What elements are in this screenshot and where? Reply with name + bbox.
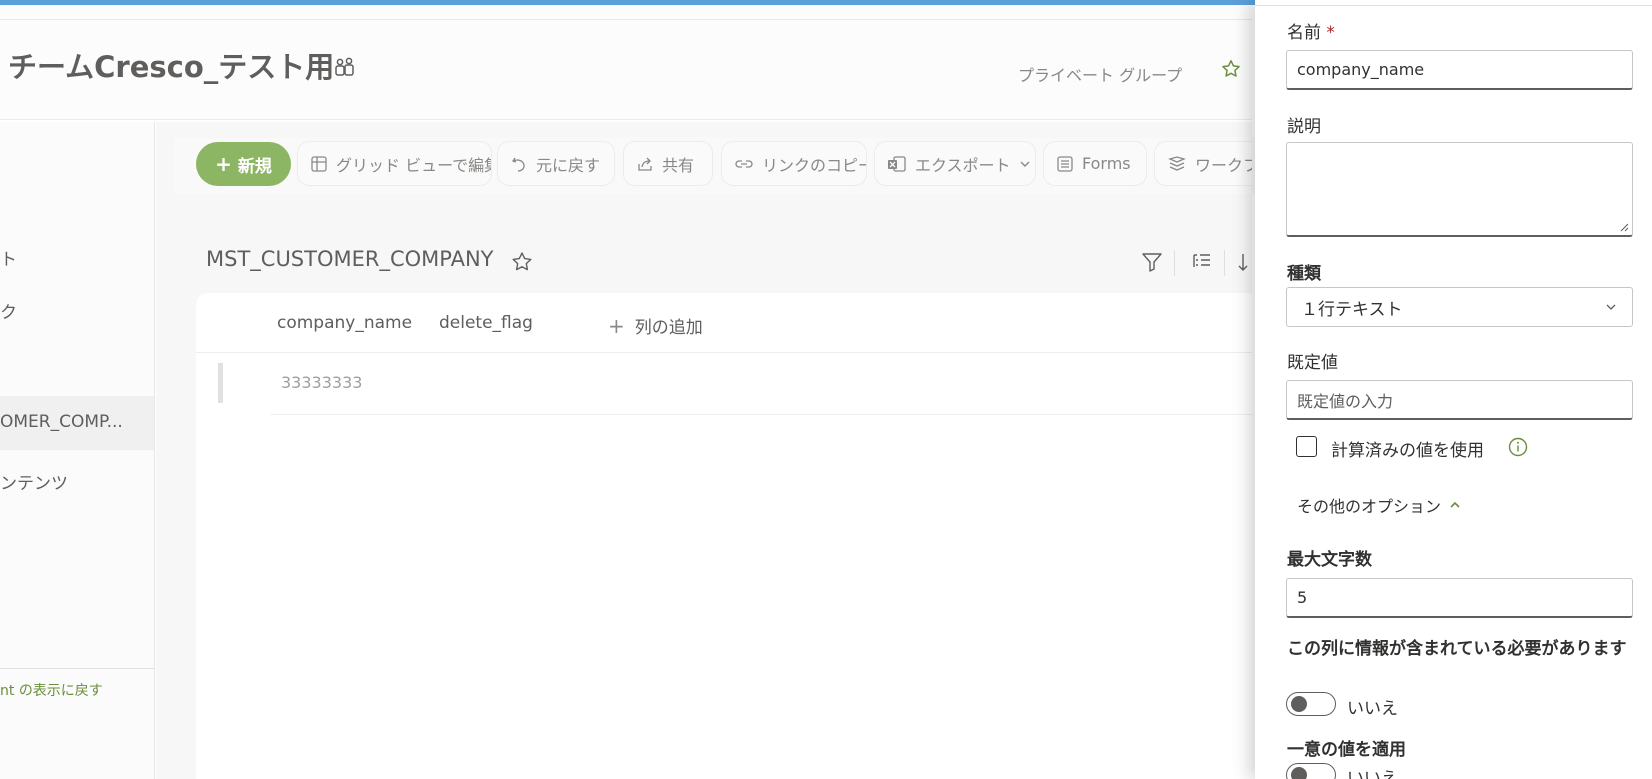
toolbar-separator-2 bbox=[1224, 250, 1225, 276]
calculated-value-label: 計算済みの値を使用 bbox=[1331, 441, 1484, 461]
share-button[interactable]: 共有 bbox=[623, 141, 713, 186]
forms-button[interactable]: Forms bbox=[1043, 141, 1147, 186]
default-value-input[interactable]: 既定値の入力 bbox=[1286, 380, 1633, 420]
name-input[interactable]: company_name bbox=[1286, 50, 1633, 90]
default-value-label: 既定値 bbox=[1287, 353, 1338, 373]
export-dropdown[interactable]: エクスポート bbox=[874, 141, 1036, 186]
copy-link-button[interactable]: リンクのコピー bbox=[721, 141, 867, 186]
chevron-down-icon bbox=[1606, 304, 1616, 310]
list-title: MST_CUSTOMER_COMPANY bbox=[206, 247, 494, 271]
description-field-label: 説明 bbox=[1287, 117, 1321, 137]
new-item-button[interactable]: + 新規 bbox=[196, 142, 291, 186]
workflow-icon bbox=[1168, 155, 1186, 171]
team-members-icon[interactable] bbox=[334, 56, 356, 78]
new-item-label: 新規 bbox=[237, 156, 272, 177]
toggle-knob bbox=[1291, 696, 1307, 712]
table-cell-company-name[interactable]: 33333333 bbox=[281, 373, 362, 392]
name-field-label: 名前 * bbox=[1287, 18, 1335, 43]
max-chars-label: 最大文字数 bbox=[1287, 550, 1372, 570]
forms-icon bbox=[1057, 155, 1073, 172]
grid-edit-button[interactable]: グリッド ビューで編集 bbox=[297, 141, 492, 186]
more-options-label: その他のオプション bbox=[1297, 497, 1442, 516]
link-icon bbox=[735, 159, 753, 168]
require-info-toggle[interactable] bbox=[1286, 692, 1336, 716]
undo-button[interactable]: 元に戻す bbox=[497, 141, 615, 186]
group-by-icon[interactable] bbox=[1190, 250, 1214, 274]
excel-icon bbox=[888, 155, 906, 172]
chevron-down-icon bbox=[1020, 161, 1030, 167]
nav-item-site-contents[interactable]: ンテンツ bbox=[0, 469, 68, 494]
unique-values-label: 一意の値を適用 bbox=[1287, 740, 1406, 760]
panel-top-edge bbox=[1255, 0, 1652, 6]
plus-icon: + bbox=[215, 152, 232, 176]
site-title[interactable]: チームCresco_テスト用 bbox=[8, 44, 334, 86]
toolbar-separator bbox=[1174, 250, 1175, 276]
calculated-value-checkbox[interactable] bbox=[1296, 436, 1317, 457]
add-column-label: 列の追加 bbox=[634, 318, 703, 338]
add-column-button[interactable]: + 列の追加 bbox=[608, 313, 703, 339]
nav-divider bbox=[0, 668, 154, 669]
follow-star-icon[interactable] bbox=[1220, 58, 1242, 80]
return-to-classic-link[interactable]: nt の表示に戻す bbox=[0, 680, 103, 700]
row-selection-bar[interactable] bbox=[218, 363, 223, 403]
nav-item-list-active[interactable]: OMER_COMP... bbox=[0, 396, 154, 450]
required-mark: * bbox=[1326, 23, 1335, 43]
nav-item-1[interactable]: ト bbox=[0, 245, 17, 270]
unique-values-toggle[interactable] bbox=[1286, 763, 1336, 779]
grid-view-icon bbox=[311, 155, 327, 172]
row-divider bbox=[270, 414, 1252, 415]
header-divider bbox=[0, 19, 1252, 20]
nav-item-2[interactable]: ク bbox=[0, 298, 17, 323]
header-divider-line bbox=[196, 352, 1252, 353]
forms-label: Forms bbox=[1082, 154, 1131, 173]
share-label: 共有 bbox=[662, 155, 695, 175]
sort-icon[interactable] bbox=[1238, 250, 1252, 274]
list-grid bbox=[196, 293, 1252, 779]
info-icon[interactable] bbox=[1507, 436, 1529, 458]
more-options-toggle[interactable]: その他のオプション bbox=[1297, 493, 1461, 517]
column-header-company-name[interactable]: company_name bbox=[277, 313, 412, 333]
type-field-label: 種類 bbox=[1287, 264, 1321, 284]
privacy-label: プライベート グループ bbox=[1018, 66, 1183, 85]
workflow-button[interactable]: ワークフロ bbox=[1154, 141, 1252, 186]
require-info-value: いいえ bbox=[1347, 699, 1398, 719]
workflow-label: ワークフロ bbox=[1195, 155, 1252, 175]
export-label: エクスポート bbox=[915, 155, 1011, 175]
type-select-value: １行テキスト bbox=[1301, 299, 1403, 320]
plus-icon: + bbox=[608, 313, 625, 338]
max-chars-input[interactable]: 5 bbox=[1286, 578, 1633, 618]
undo-icon bbox=[511, 157, 525, 172]
share-icon bbox=[638, 157, 652, 171]
grid-edit-label: グリッド ビューで編集 bbox=[336, 155, 492, 175]
filter-icon[interactable] bbox=[1140, 250, 1164, 274]
resize-handle-icon[interactable] bbox=[1619, 222, 1629, 232]
copy-link-label: リンクのコピー bbox=[762, 155, 867, 175]
unique-values-value: いいえ bbox=[1347, 769, 1398, 779]
name-label-text: 名前 bbox=[1287, 23, 1321, 43]
chevron-up-icon bbox=[1450, 501, 1460, 508]
description-textarea[interactable] bbox=[1286, 142, 1633, 237]
require-info-label: この列に情報が含まれている必要があります bbox=[1287, 639, 1627, 659]
toggle-knob bbox=[1291, 767, 1307, 779]
favorite-star-icon[interactable] bbox=[510, 250, 534, 274]
undo-label: 元に戻す bbox=[536, 155, 601, 175]
type-select[interactable]: １行テキスト bbox=[1286, 287, 1633, 327]
column-header-delete-flag[interactable]: delete_flag bbox=[439, 313, 533, 333]
